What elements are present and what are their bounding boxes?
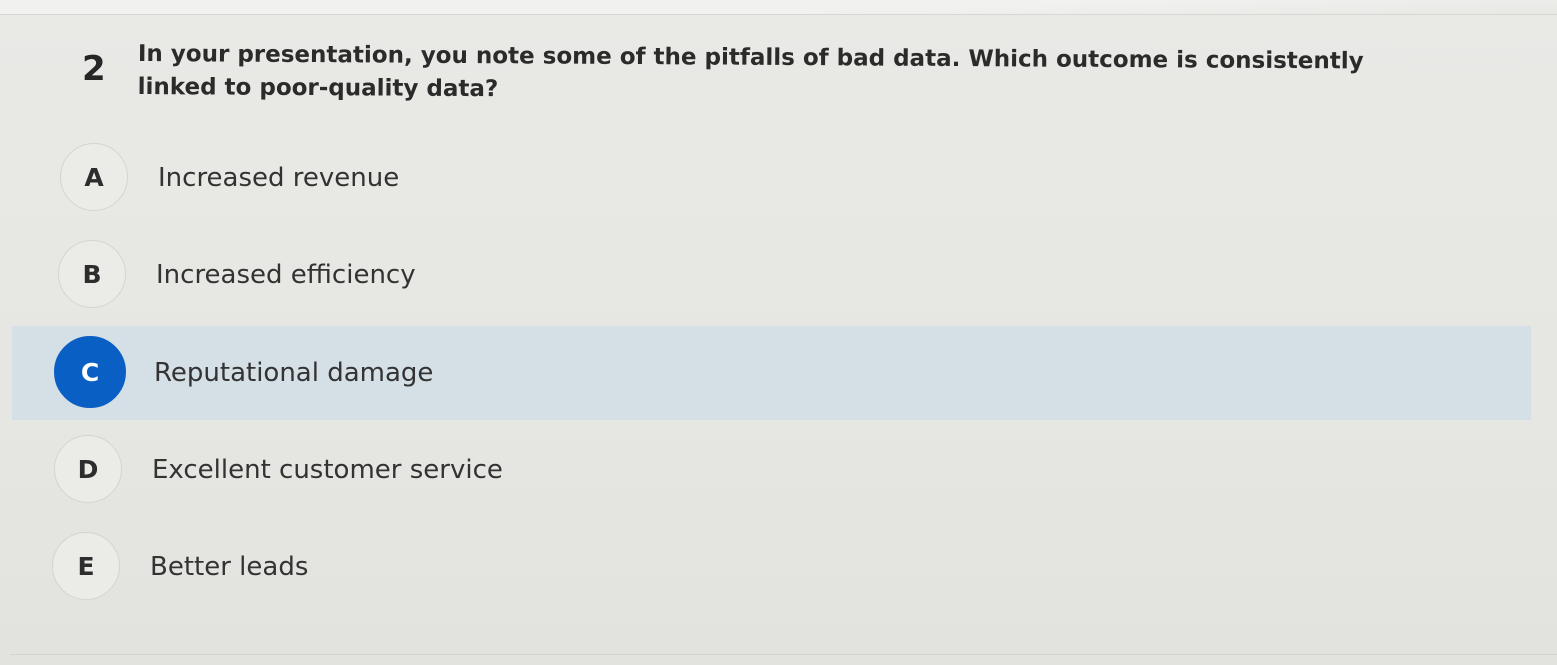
option-label: Excellent customer service: [152, 455, 503, 485]
option-d[interactable]: D Excellent customer service: [12, 423, 1531, 517]
option-letter-badge[interactable]: E: [52, 532, 120, 600]
question-number: 2: [82, 49, 106, 89]
option-e[interactable]: E Better leads: [12, 520, 1531, 614]
option-b[interactable]: B Increased efficiency: [12, 228, 1531, 322]
question-text: In your presentation, you note some of t…: [137, 40, 1364, 103]
option-letter-badge[interactable]: A: [60, 143, 128, 211]
option-letter-badge[interactable]: C: [54, 336, 126, 408]
option-letter-badge[interactable]: B: [58, 240, 126, 308]
option-letter-badge[interactable]: D: [54, 435, 122, 503]
option-label: Increased revenue: [158, 163, 400, 193]
option-a[interactable]: A Increased revenue: [12, 131, 1531, 225]
option-c[interactable]: C Reputational damage: [12, 326, 1531, 420]
bottom-divider: [10, 654, 1557, 655]
option-label: Better leads: [150, 552, 309, 582]
question-card: 2 In your presentation, you note some of…: [0, 0, 1557, 665]
option-label: Increased efficiency: [156, 260, 416, 290]
option-label: Reputational damage: [154, 358, 434, 388]
